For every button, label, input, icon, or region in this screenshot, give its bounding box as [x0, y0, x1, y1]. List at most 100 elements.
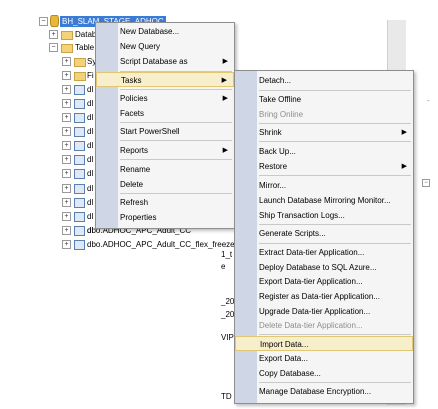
menu-item-upgrade-data-tier-app[interactable]: Upgrade Data-tier Application... [235, 304, 413, 319]
folder-icon [74, 72, 86, 81]
menu-item-new-database[interactable]: New Database... [96, 24, 234, 39]
menu-item-label: Rename [120, 165, 151, 174]
menu-item-label: Export Data-tier Application... [259, 277, 363, 286]
menu-item-register-data-tier-app[interactable]: Register as Data-tier Application... [235, 289, 413, 304]
menu-separator [120, 159, 232, 160]
menu-item-copy-database[interactable]: Copy Database... [235, 366, 413, 381]
menu-item-import-data[interactable]: Import Data... [235, 336, 413, 351]
menu-separator [120, 193, 232, 194]
tree-node-table[interactable]: dl [87, 84, 93, 95]
menu-item-delete-data-tier-app: Delete Data-tier Application... [235, 318, 413, 333]
menu-item-mirror[interactable]: Mirror... [235, 178, 413, 193]
expand-plus-icon[interactable]: + [62, 71, 71, 80]
menu-item-export-data-tier-app[interactable]: Export Data-tier Application... [235, 274, 413, 289]
menu-item-shrink[interactable]: Shrink ▶ [235, 125, 413, 140]
menu-item-refresh[interactable]: Refresh [96, 195, 234, 210]
collapse-minus-icon[interactable]: − [49, 43, 58, 52]
expand-plus-icon[interactable]: + [62, 57, 71, 66]
tree-node-databases[interactable]: Datab [75, 29, 96, 40]
expand-plus-icon[interactable]: + [62, 240, 71, 249]
tree-node-tables[interactable]: Table [75, 42, 94, 53]
expand-plus-icon[interactable]: + [62, 155, 71, 164]
expand-plus-icon[interactable]: + [62, 198, 71, 207]
menu-item-generate-scripts[interactable]: Generate Scripts... [235, 226, 413, 241]
menu-separator [120, 140, 232, 141]
menu-item-launch-mirroring-monitor[interactable]: Launch Database Mirroring Monitor... [235, 193, 413, 208]
expand-plus-icon[interactable]: + [62, 127, 71, 136]
menu-item-deploy-to-sql-azure[interactable]: Deploy Database to SQL Azure... [235, 260, 413, 275]
menu-item-policies[interactable]: Policies ▶ [96, 91, 234, 106]
table-icon [74, 141, 85, 151]
table-icon [74, 127, 85, 137]
menu-item-label: Tasks [121, 76, 142, 85]
menu-item-reports[interactable]: Reports ▶ [96, 143, 234, 158]
table-icon [74, 240, 85, 250]
menu-item-label: Restore [259, 162, 288, 171]
expand-plus-icon[interactable]: + [62, 226, 71, 235]
expand-plus-icon[interactable]: + [62, 169, 71, 178]
menu-item-take-offline[interactable]: Take Offline [235, 92, 413, 107]
menu-item-facets[interactable]: Facets [96, 106, 234, 121]
menu-item-properties[interactable]: Properties [96, 210, 234, 225]
menu-item-extract-data-tier-app[interactable]: Extract Data-tier Application... [235, 245, 413, 260]
submenu-arrow-icon: ▶ [222, 147, 228, 154]
menu-item-label: Facets [120, 109, 145, 118]
menu-item-restore[interactable]: Restore ▶ [235, 159, 413, 174]
table-icon [74, 99, 85, 109]
table-icon [74, 113, 85, 123]
menu-item-label: Ship Transaction Logs... [259, 211, 345, 220]
tree-node-table[interactable]: dl [87, 154, 93, 165]
menu-item-label: Refresh [120, 198, 149, 207]
tree-node-table[interactable]: dl [87, 112, 93, 123]
menu-separator [259, 334, 411, 335]
database-icon [50, 15, 59, 27]
tree-node-table[interactable]: dl [87, 197, 93, 208]
menu-item-label: Start PowerShell [120, 127, 180, 136]
tree-node-table[interactable]: dl [87, 168, 93, 179]
tree-node-table[interactable]: dl [87, 140, 93, 151]
expand-plus-icon[interactable]: + [62, 113, 71, 122]
menu-separator [120, 89, 232, 90]
menu-item-ship-transaction-logs[interactable]: Ship Transaction Logs... [235, 208, 413, 223]
menu-item-rename[interactable]: Rename [96, 162, 234, 177]
menu-item-label: Take Offline [259, 95, 302, 104]
tree-node-table[interactable]: dl [87, 183, 93, 194]
menu-item-label: Bring Online [259, 110, 304, 119]
menu-separator [259, 141, 411, 142]
menu-item-manage-database-encryption[interactable]: Manage Database Encryption... [235, 384, 413, 399]
table-icon [74, 85, 85, 95]
menu-item-label: Shrink [259, 128, 282, 137]
collapse-minus-icon[interactable]: − [39, 17, 48, 26]
expand-plus-icon[interactable]: + [49, 30, 58, 39]
folder-icon [74, 58, 86, 67]
menu-separator [259, 224, 411, 225]
menu-item-delete[interactable]: Delete [96, 177, 234, 192]
menu-item-script-database-as[interactable]: Script Database as ▶ [96, 54, 234, 69]
tree-node-adhoc-apc-adult-cc-flex-freeze[interactable]: dbo.ADHOC_APC_Adult_CC_flex_freeze [87, 239, 235, 250]
menu-separator [259, 123, 411, 124]
tree-node-table[interactable]: dl [87, 126, 93, 137]
tree-node-table[interactable]: dl [87, 211, 93, 222]
expand-plus-icon[interactable]: + [62, 184, 71, 193]
menu-item-tasks[interactable]: Tasks ▶ [96, 72, 234, 87]
expand-plus-icon[interactable]: + [62, 141, 71, 150]
menu-item-label: Upgrade Data-tier Application... [259, 307, 371, 316]
table-icon [74, 155, 85, 165]
folder-icon [61, 31, 73, 40]
tree-node-table[interactable]: dl [87, 98, 93, 109]
menu-item-new-query[interactable]: New Query [96, 39, 234, 54]
menu-item-export-data[interactable]: Export Data... [235, 351, 413, 366]
menu-item-detach[interactable]: Detach... [235, 73, 413, 88]
expand-plus-icon[interactable]: + [62, 85, 71, 94]
menu-item-label: New Database... [120, 27, 180, 36]
tree-node-filetables[interactable]: Fi [87, 70, 94, 81]
background-text-fragment: TD [221, 392, 232, 401]
menu-item-start-powershell[interactable]: Start PowerShell [96, 124, 234, 139]
collapse-minus-icon[interactable]: − [422, 179, 430, 187]
background-text-fragment: 1_t [221, 250, 233, 259]
expand-plus-icon[interactable]: + [62, 212, 71, 221]
menu-item-label: Import Data... [260, 340, 309, 349]
menu-item-label: Copy Database... [259, 369, 321, 378]
expand-plus-icon[interactable]: + [62, 99, 71, 108]
menu-item-back-up[interactable]: Back Up... [235, 144, 413, 159]
